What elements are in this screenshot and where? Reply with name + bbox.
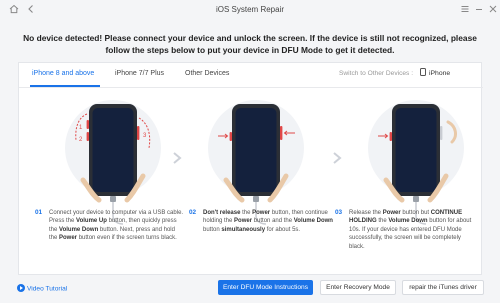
step-text-segment: for about 5s. bbox=[265, 226, 301, 233]
video-tutorial-link[interactable]: Video Tutorial bbox=[17, 284, 67, 293]
step-text-segment: the bbox=[240, 210, 253, 216]
dfu-instructions-panel: iPhone 8 and above iPhone 7/7 Plus Other… bbox=[18, 62, 484, 275]
step-text-segment: Volume Down bbox=[293, 218, 333, 225]
video-tutorial-label: Video Tutorial bbox=[27, 285, 68, 293]
tab-other-devices[interactable]: Other Devices bbox=[185, 70, 229, 77]
play-icon bbox=[17, 284, 25, 292]
step-text-segment: Power bbox=[59, 235, 78, 242]
step-text-segment: button bbox=[203, 226, 222, 233]
step-text-segment: Power bbox=[382, 210, 401, 216]
step-text-segment: simultaneously bbox=[221, 226, 266, 233]
step-text-segment: button even if the screen turns black. bbox=[77, 235, 177, 242]
active-tab-indicator bbox=[30, 85, 100, 87]
step-1-illustration: 1 2 3 bbox=[49, 96, 181, 226]
step-3-illustration bbox=[352, 96, 484, 226]
minimize-icon[interactable] bbox=[472, 4, 486, 18]
step-text-segment: Release the bbox=[349, 210, 383, 216]
step-text-segment: Volume Up bbox=[76, 218, 107, 225]
step-text-segment: Power bbox=[234, 218, 253, 225]
message-line-1: No device detected! Please connect your … bbox=[23, 33, 477, 43]
step-text-segment: Volume Down bbox=[59, 226, 99, 233]
phone-icon bbox=[420, 68, 426, 76]
step-3-description: 03 Release the Power button but CONTINUE… bbox=[335, 209, 475, 251]
step-number: 03 bbox=[335, 209, 343, 216]
step-text-segment: Don't release bbox=[203, 210, 241, 216]
step-text-segment: Power bbox=[252, 210, 271, 216]
step-number: 02 bbox=[189, 209, 197, 216]
message-line-2: follow the steps below to put your devic… bbox=[105, 44, 395, 55]
step-text-segment: button and the bbox=[252, 218, 294, 225]
step-2-description: 02 Don't release the Power button, then … bbox=[189, 209, 338, 234]
step-text-segment: Volume Down bbox=[388, 218, 428, 225]
step-text-segment: the bbox=[376, 218, 389, 225]
tab-iphone-8-and-above[interactable]: iPhone 8 and above bbox=[32, 70, 94, 77]
step-1-description: 01 Connect your device to computer via a… bbox=[35, 209, 184, 243]
title-bar: iOS System Repair bbox=[0, 0, 500, 22]
close-icon[interactable] bbox=[486, 4, 500, 18]
tab-iphone-7[interactable]: iPhone 7/7 Plus bbox=[115, 70, 164, 77]
arrow-right-icon bbox=[333, 152, 342, 164]
enter-recovery-mode-button[interactable]: Enter Recovery Mode bbox=[320, 280, 396, 295]
arrow-right-icon bbox=[173, 152, 182, 164]
step-2-illustration bbox=[192, 96, 324, 226]
enter-dfu-mode-instructions-button[interactable]: Enter DFU Mode Instructions bbox=[218, 280, 313, 295]
window-title: iOS System Repair bbox=[215, 5, 285, 14]
menu-icon[interactable] bbox=[458, 4, 472, 18]
repair-itunes-driver-button[interactable]: repair the iTunes driver bbox=[402, 280, 484, 295]
no-device-message: No device detected! Please connect your … bbox=[20, 33, 480, 56]
device-select-value: iPhone bbox=[429, 70, 451, 77]
step-number: 01 bbox=[35, 209, 43, 216]
step-text-segment: button but bbox=[400, 210, 431, 216]
device-select[interactable]: iPhone bbox=[420, 68, 450, 80]
switch-device-label: Switch to Other Devices : bbox=[339, 70, 414, 77]
device-tabs: iPhone 8 and above iPhone 7/7 Plus Other… bbox=[19, 63, 483, 88]
